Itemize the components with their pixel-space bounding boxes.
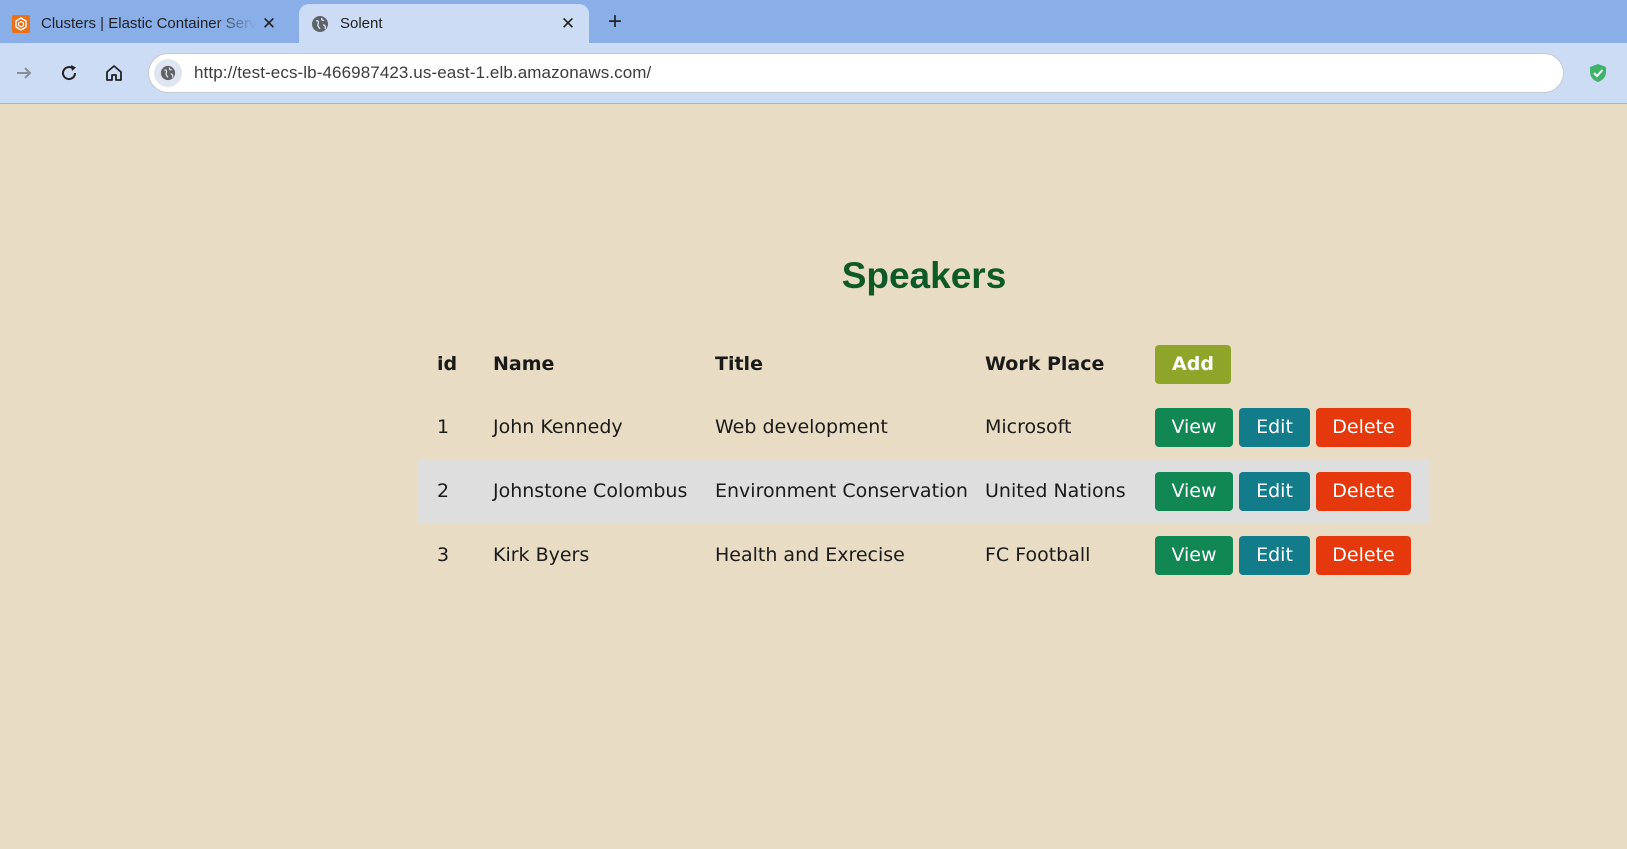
cell-name: Kirk Byers xyxy=(493,544,590,566)
cell-name: Johnstone Colombus xyxy=(493,480,688,502)
aws-ecs-icon xyxy=(12,14,30,33)
close-tab-icon[interactable]: ✕ xyxy=(256,11,282,37)
table-row: 3 Kirk Byers Health and Exrecise FC Foot… xyxy=(418,523,1430,587)
browser-tab-strip: Clusters | Elastic Container Servi ✕ Sol… xyxy=(0,0,1627,43)
speakers-table: id Name Title Work Place Add 1 John Kenn… xyxy=(418,333,1430,587)
new-tab-button[interactable]: + xyxy=(601,8,629,36)
delete-button[interactable]: Delete xyxy=(1316,535,1411,575)
tab-clusters[interactable]: Clusters | Elastic Container Servi ✕ xyxy=(4,4,290,43)
cell-name: John Kennedy xyxy=(493,416,623,438)
row-actions: View Edit Delete xyxy=(1155,523,1417,587)
header-name: Name xyxy=(493,353,555,375)
cell-title: Health and Exrecise xyxy=(715,544,905,566)
page-title: Speakers xyxy=(841,255,1007,296)
url-text: http://test-ecs-lb-466987423.us-east-1.e… xyxy=(194,63,652,82)
edit-button[interactable]: Edit xyxy=(1239,407,1310,447)
shield-check-icon[interactable] xyxy=(1585,60,1611,86)
header-title: Title xyxy=(715,353,763,375)
header-work-place: Work Place xyxy=(985,353,1105,375)
cell-title: Web development xyxy=(715,416,888,438)
delete-button[interactable]: Delete xyxy=(1316,471,1411,511)
view-button[interactable]: View xyxy=(1155,535,1233,575)
close-tab-icon[interactable]: ✕ xyxy=(555,11,581,37)
cell-work-place: FC Football xyxy=(985,544,1091,566)
add-button[interactable]: Add xyxy=(1155,344,1231,384)
browser-toolbar: http://test-ecs-lb-466987423.us-east-1.e… xyxy=(0,43,1627,104)
cell-id: 2 xyxy=(437,480,450,502)
cell-id: 1 xyxy=(437,416,450,438)
table-header-row: id Name Title Work Place Add xyxy=(418,333,1430,395)
tab-title: Solent xyxy=(340,15,383,32)
cell-work-place: United Nations xyxy=(985,480,1126,502)
row-actions: View Edit Delete xyxy=(1155,459,1417,523)
header-id: id xyxy=(437,353,458,375)
forward-arrow-icon[interactable] xyxy=(9,58,39,88)
edit-button[interactable]: Edit xyxy=(1239,471,1310,511)
view-button[interactable]: View xyxy=(1155,407,1233,447)
delete-button[interactable]: Delete xyxy=(1316,407,1411,447)
table-row: 2 Johnstone Colombus Environment Conserv… xyxy=(418,459,1430,523)
cell-title: Environment Conservation xyxy=(715,480,968,502)
home-icon[interactable] xyxy=(99,58,129,88)
site-info-icon[interactable] xyxy=(154,59,182,87)
tab-title: Clusters | Elastic Container Servi xyxy=(41,15,256,32)
header-actions: Add xyxy=(1155,333,1237,395)
view-button[interactable]: View xyxy=(1155,471,1233,511)
row-actions: View Edit Delete xyxy=(1155,395,1417,459)
tab-solent[interactable]: Solent ✕ xyxy=(299,4,589,43)
address-bar[interactable]: http://test-ecs-lb-466987423.us-east-1.e… xyxy=(148,53,1564,93)
cell-work-place: Microsoft xyxy=(985,416,1072,438)
cell-id: 3 xyxy=(437,544,450,566)
edit-button[interactable]: Edit xyxy=(1239,535,1310,575)
table-row: 1 John Kennedy Web development Microsoft… xyxy=(418,395,1430,459)
globe-icon xyxy=(311,15,329,33)
reload-icon[interactable] xyxy=(54,58,84,88)
